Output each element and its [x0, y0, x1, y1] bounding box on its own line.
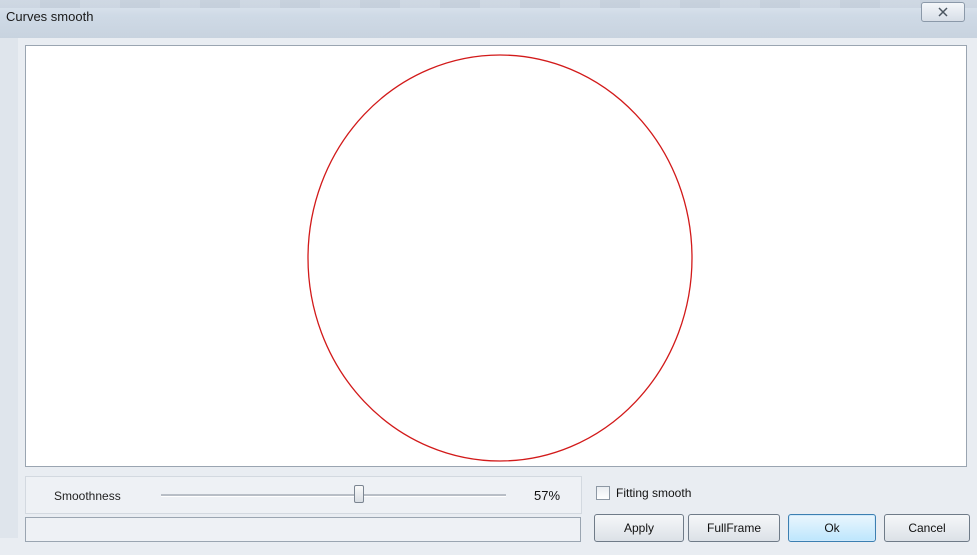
close-button[interactable]: [921, 2, 965, 22]
fitting-smooth-option[interactable]: Fitting smooth: [596, 486, 691, 500]
smoothness-value: 57%: [534, 488, 561, 503]
cancel-button[interactable]: Cancel: [884, 514, 970, 542]
fitting-smooth-checkbox[interactable]: [596, 486, 610, 500]
status-field: [25, 517, 581, 542]
curve-preview-canvas[interactable]: [25, 45, 967, 467]
left-edge: [0, 38, 18, 538]
smoothness-slider-track[interactable]: [161, 494, 506, 497]
title-bar: Curves smooth: [0, 0, 977, 38]
curve-ellipse: [307, 54, 693, 462]
curve-preview-svg: [307, 54, 693, 462]
close-icon: [938, 7, 948, 17]
fullframe-button[interactable]: FullFrame: [688, 514, 780, 542]
curves-smooth-dialog: Curves smooth Smoothness 57% Fitting smo…: [0, 0, 977, 555]
smoothness-label: Smoothness: [54, 489, 121, 503]
smoothness-panel: Smoothness 57%: [25, 476, 582, 514]
ok-button[interactable]: Ok: [788, 514, 876, 542]
background-window-strip: [0, 0, 977, 8]
window-title: Curves smooth: [6, 9, 94, 24]
fitting-smooth-label: Fitting smooth: [616, 486, 692, 500]
apply-button[interactable]: Apply: [594, 514, 684, 542]
smoothness-slider-thumb[interactable]: [353, 485, 364, 503]
